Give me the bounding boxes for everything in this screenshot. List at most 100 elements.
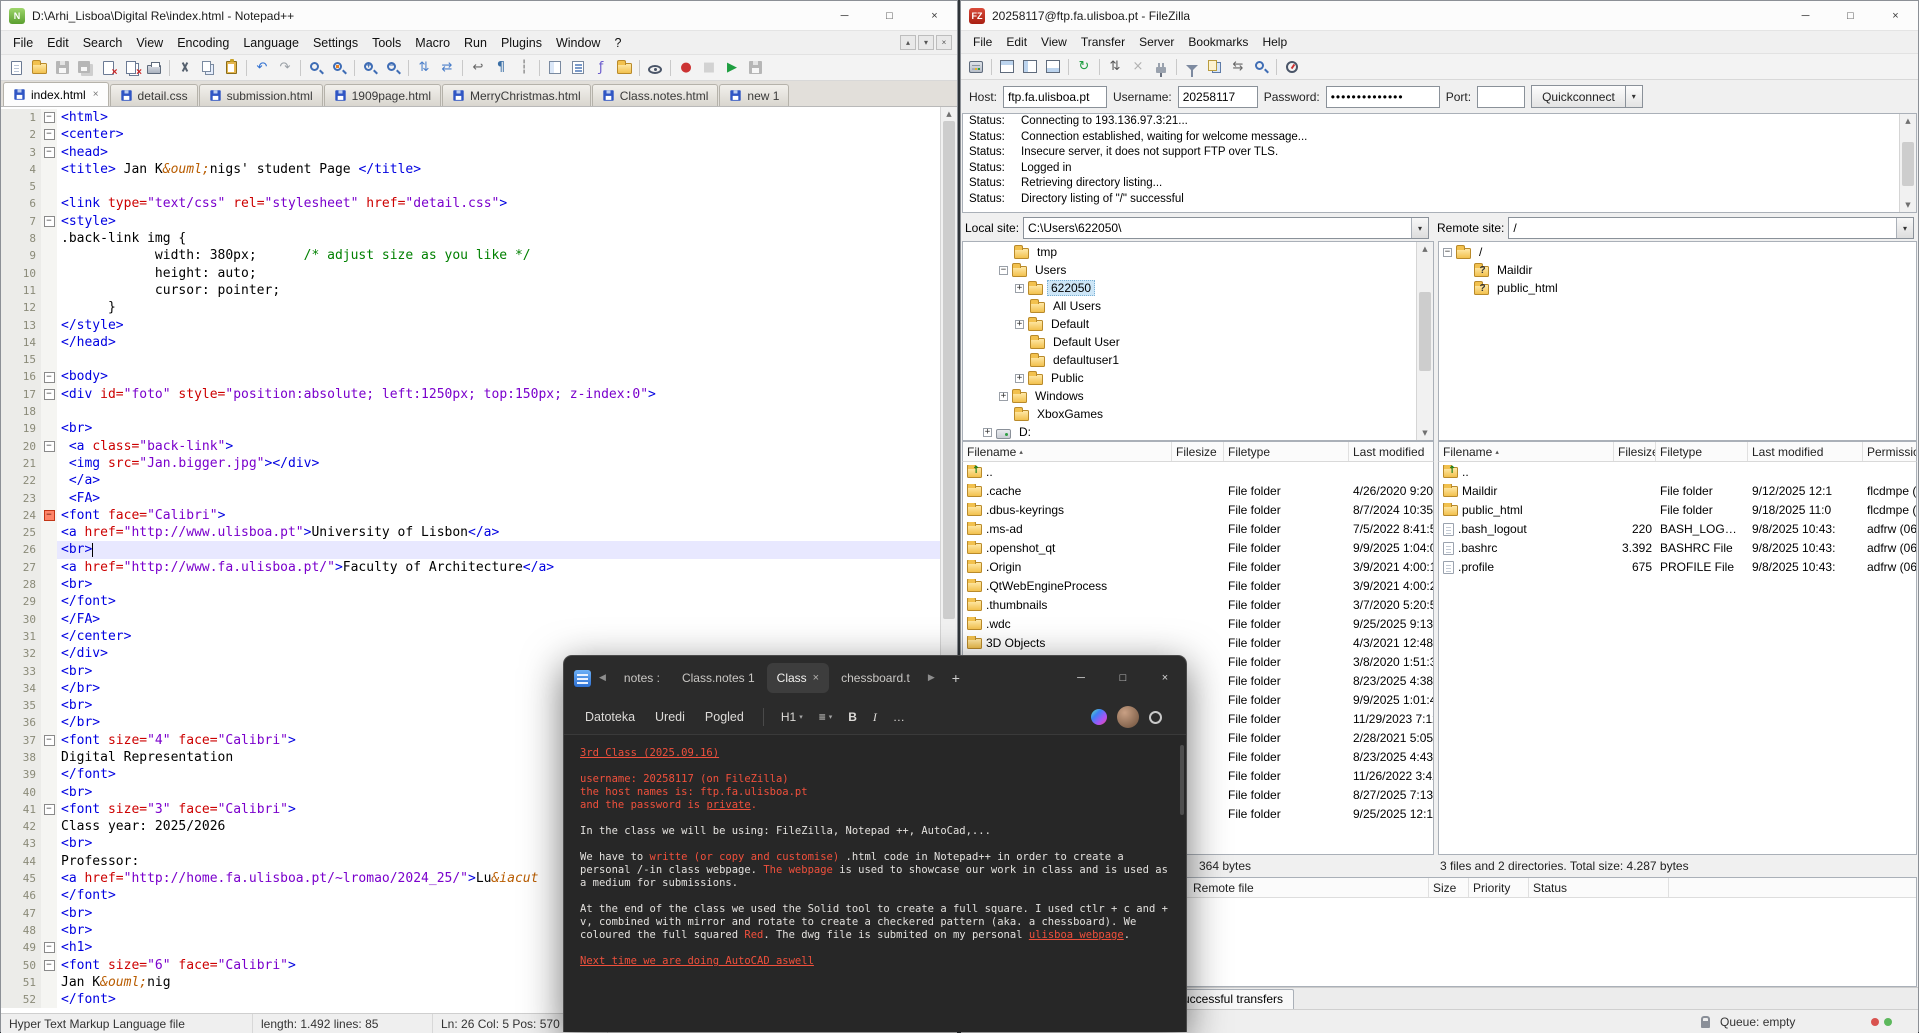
column-header-last-modified[interactable]: Last modified bbox=[1748, 442, 1863, 461]
quickconnect-button[interactable]: Quickconnect bbox=[1531, 85, 1626, 108]
username-input[interactable] bbox=[1177, 85, 1258, 108]
scroll-up-icon[interactable]: ▲ bbox=[941, 110, 957, 118]
local-file-item[interactable]: .. bbox=[963, 462, 1433, 481]
local-tree-item-default[interactable]: + Default bbox=[963, 315, 1433, 333]
local-tree-item-public[interactable]: + Public bbox=[963, 369, 1433, 387]
menu-view[interactable]: View bbox=[129, 34, 170, 52]
tab-index-html[interactable]: index.html × bbox=[3, 82, 109, 106]
fold-marker[interactable]: − bbox=[43, 215, 55, 227]
new-tab-button[interactable]: + bbox=[943, 670, 969, 686]
fz-menu-help[interactable]: Help bbox=[1255, 33, 1294, 51]
close-button[interactable] bbox=[97, 57, 119, 79]
fold-marker[interactable]: − bbox=[43, 146, 55, 158]
local-file-qtwebengineprocess[interactable]: .QtWebEngineProcess File folder 3/9/2021 4… bbox=[963, 576, 1433, 595]
fz-menu-file[interactable]: File bbox=[966, 33, 999, 51]
scroll-tabs-down-icon[interactable]: ▾ bbox=[918, 35, 934, 50]
undo-button[interactable]: ↶ bbox=[251, 57, 273, 79]
save-macro-button[interactable] bbox=[744, 57, 766, 79]
column-header-filesize[interactable]: Filesize bbox=[1614, 442, 1656, 461]
fold-marker[interactable]: − bbox=[43, 959, 55, 971]
menu-language[interactable]: Language bbox=[236, 34, 306, 52]
copy-button[interactable] bbox=[197, 57, 219, 79]
replace-button[interactable] bbox=[328, 57, 350, 79]
notepad-menu-uredi[interactable]: Uredi bbox=[646, 706, 694, 728]
notepad-tab-class-notes-1[interactable]: Class.notes 1 bbox=[672, 663, 765, 693]
function-list-button[interactable]: ƒ bbox=[590, 57, 612, 79]
save-all-button[interactable] bbox=[74, 57, 96, 79]
expand-icon[interactable]: + bbox=[999, 391, 1008, 401]
print-button[interactable] bbox=[143, 57, 165, 79]
notepad-menu-pogled[interactable]: Pogled bbox=[696, 706, 753, 728]
local-tree-item-622050[interactable]: +622050 bbox=[963, 279, 1433, 297]
close-tab-icon[interactable]: × bbox=[93, 89, 99, 100]
toggle-transfer-queue-button[interactable] bbox=[1042, 56, 1064, 78]
scroll-tabs-left-icon[interactable]: ◀ bbox=[594, 673, 611, 683]
menu-edit[interactable]: Edit bbox=[40, 34, 76, 52]
close-button[interactable]: × bbox=[912, 1, 957, 30]
remote-tree-item-public-html[interactable]: public_html bbox=[1439, 279, 1916, 297]
redo-button[interactable]: ↷ bbox=[274, 57, 296, 79]
monitoring-button[interactable] bbox=[644, 57, 666, 79]
notepad-text-area[interactable]: 3rd Class (2025.09.16) username: 20258117… bbox=[564, 735, 1186, 1032]
remote-file-bash-logout[interactable]: .bash_logout 220 BASH_LOGOUT File 9/8/2025 … bbox=[1439, 519, 1916, 538]
tab-1909page-html[interactable]: 1909page.html bbox=[323, 84, 442, 106]
scroll-down-icon[interactable]: ▼ bbox=[1417, 429, 1433, 437]
save-button[interactable] bbox=[51, 57, 73, 79]
heading-style-button[interactable]: H1 ▾ bbox=[774, 706, 810, 728]
fold-marker[interactable]: − bbox=[43, 804, 55, 816]
scroll-down-icon[interactable]: ▼ bbox=[1900, 201, 1916, 209]
remote-file-maildir[interactable]: Maildir File folder 9/12/2025 12:1 flcdmpe … bbox=[1439, 481, 1916, 500]
queue-column-size[interactable]: Size bbox=[1429, 878, 1469, 897]
collapse-icon[interactable]: − bbox=[1443, 247, 1452, 257]
chevron-down-icon[interactable]: ▾ bbox=[1896, 218, 1913, 238]
close-button[interactable]: × bbox=[1144, 656, 1186, 700]
local-tree-item-d[interactable]: + D: bbox=[963, 423, 1433, 440]
menu-plugins[interactable]: Plugins bbox=[494, 34, 549, 52]
more-formatting-button[interactable]: … bbox=[886, 706, 912, 728]
notepad-menu-datoteka[interactable]: Datoteka bbox=[576, 706, 644, 728]
scroll-up-icon[interactable]: ▲ bbox=[1417, 245, 1433, 253]
fz-menu-transfer[interactable]: Transfer bbox=[1074, 33, 1132, 51]
toggle-message-log-button[interactable] bbox=[996, 56, 1018, 78]
menu-help[interactable]: ? bbox=[607, 34, 628, 52]
show-all-characters-button[interactable]: ¶ bbox=[490, 57, 512, 79]
column-header-filename[interactable]: Filename ▴ bbox=[1439, 442, 1614, 461]
scrollbar-thumb[interactable] bbox=[1419, 292, 1431, 372]
site-manager-button[interactable] bbox=[965, 56, 987, 78]
expand-icon[interactable]: + bbox=[983, 427, 992, 437]
tab-submission-html[interactable]: submission.html bbox=[198, 84, 323, 106]
process-queue-button[interactable]: ⇅ bbox=[1104, 56, 1126, 78]
menu-window[interactable]: Window bbox=[549, 34, 607, 52]
menu-run[interactable]: Run bbox=[457, 34, 494, 52]
remote-file-bashrc[interactable]: .bashrc 3.392 BASHRC File 9/8/2025 10:43: ad… bbox=[1439, 538, 1916, 557]
indent-guide-button[interactable]: ┆ bbox=[513, 57, 535, 79]
zoom-out-button[interactable] bbox=[382, 57, 404, 79]
menu-macro[interactable]: Macro bbox=[408, 34, 457, 52]
log-scrollbar[interactable]: ▲ ▼ bbox=[1899, 114, 1916, 212]
scroll-tabs-up-icon[interactable]: ▴ bbox=[900, 35, 916, 50]
remote-tree-item-maildir[interactable]: Maildir bbox=[1439, 261, 1916, 279]
tab-merrychristmas-html[interactable]: MerryChristmas.html bbox=[442, 84, 591, 106]
local-tree-item-users[interactable]: − Users bbox=[963, 261, 1433, 279]
menu-settings[interactable]: Settings bbox=[306, 34, 365, 52]
tab-new-1[interactable]: new 1 bbox=[719, 84, 790, 106]
close-document-icon[interactable]: × bbox=[936, 35, 952, 50]
remote-tree-item-item[interactable]: − / bbox=[1439, 243, 1916, 261]
local-tree-item-xboxgames[interactable]: XboxGames bbox=[963, 405, 1433, 423]
local-tree-item-windows[interactable]: + Windows bbox=[963, 387, 1433, 405]
maximize-button[interactable]: □ bbox=[867, 1, 912, 30]
menu-encoding[interactable]: Encoding bbox=[170, 34, 236, 52]
scroll-tabs-right-icon[interactable]: ▶ bbox=[923, 673, 940, 683]
new-file-button[interactable] bbox=[5, 57, 27, 79]
fold-marker[interactable]: − bbox=[43, 112, 55, 124]
column-header-filetype[interactable]: Filetype bbox=[1656, 442, 1748, 461]
notepad-tab-class[interactable]: Class × bbox=[766, 663, 830, 693]
fold-marker[interactable]: − bbox=[43, 942, 55, 954]
stop-recording-button[interactable]: ■ bbox=[698, 57, 720, 79]
column-header-permissions[interactable]: Permissions bbox=[1863, 442, 1916, 461]
expand-icon[interactable]: + bbox=[1015, 373, 1024, 383]
local-file-openshot-qt[interactable]: .openshot_qt File folder 9/9/2025 1:04:05 bbox=[963, 538, 1433, 557]
toggle-directory-trees-button[interactable] bbox=[1019, 56, 1041, 78]
word-wrap-button[interactable]: ↩ bbox=[467, 57, 489, 79]
paste-button[interactable] bbox=[220, 57, 242, 79]
